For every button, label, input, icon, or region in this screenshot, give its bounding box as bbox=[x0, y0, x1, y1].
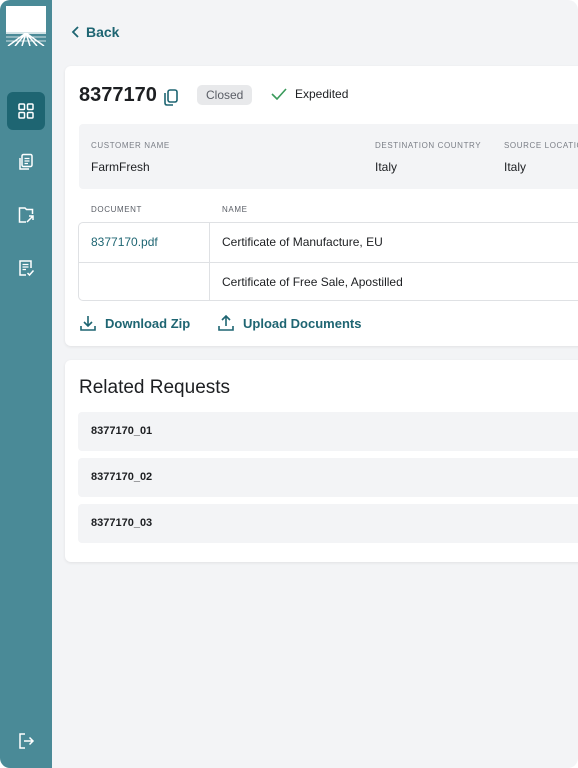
related-request-id: 8377170_02 bbox=[91, 471, 153, 483]
upload-icon bbox=[218, 314, 234, 331]
request-id: 8377170 bbox=[79, 84, 157, 106]
document-name: Certificate of Free Sale, Apostilled bbox=[222, 275, 403, 289]
upload-documents-label: Upload Documents bbox=[243, 315, 362, 331]
request-card: 8377170 Closed Expedited CUSTOMER NAME F… bbox=[65, 66, 578, 346]
sidebar-item-documents[interactable] bbox=[7, 143, 45, 181]
sidebar bbox=[0, 0, 52, 768]
related-requests-card: Related Requests 8377170_01 8377170_02 8… bbox=[65, 360, 578, 562]
copy-icon[interactable] bbox=[162, 86, 180, 106]
sidebar-item-dashboard[interactable] bbox=[7, 92, 45, 130]
related-request-item[interactable]: 8377170_02 bbox=[78, 458, 578, 497]
request-info-panel: CUSTOMER NAME FarmFresh DESTINATION COUN… bbox=[79, 124, 578, 189]
related-request-id: 8377170_03 bbox=[91, 517, 153, 529]
documents-table: 8377170.pdf Certificate of Manufacture, … bbox=[78, 222, 578, 301]
source-location-label: SOURCE LOCATIO bbox=[504, 141, 578, 150]
documents-copy-icon bbox=[19, 153, 33, 170]
document-name: Certificate of Manufacture, EU bbox=[222, 235, 383, 249]
expedited-label: Expedited bbox=[295, 87, 349, 101]
back-link[interactable]: Back bbox=[71, 24, 119, 40]
download-zip-button[interactable]: Download Zip bbox=[79, 314, 190, 332]
sidebar-item-checklist[interactable] bbox=[7, 249, 45, 287]
status-badge: Closed bbox=[197, 85, 253, 105]
back-label: Back bbox=[86, 24, 120, 40]
chevron-left-icon bbox=[71, 26, 79, 38]
farm-field-logo-icon bbox=[6, 6, 46, 46]
upload-documents-button[interactable]: Upload Documents bbox=[217, 314, 361, 332]
table-row: Certificate of Free Sale, Apostilled bbox=[79, 262, 578, 301]
main-content: Back 8377170 Closed Expedited CUSTOMER N… bbox=[52, 0, 578, 768]
file-upload-icon bbox=[18, 207, 34, 223]
column-divider bbox=[209, 223, 210, 262]
logout-icon bbox=[19, 733, 35, 749]
destination-country-value: Italy bbox=[375, 160, 398, 174]
request-title: 8377170 bbox=[79, 84, 180, 107]
checkmark-icon bbox=[271, 88, 287, 100]
customer-name-label: CUSTOMER NAME bbox=[91, 141, 170, 150]
document-column-header: DOCUMENT bbox=[91, 205, 143, 214]
related-requests-title: Related Requests bbox=[79, 377, 231, 398]
related-request-id: 8377170_01 bbox=[91, 425, 153, 437]
customer-name-value: FarmFresh bbox=[91, 160, 150, 174]
table-row: 8377170.pdf Certificate of Manufacture, … bbox=[79, 223, 578, 262]
download-zip-label: Download Zip bbox=[105, 315, 191, 331]
name-column-header: NAME bbox=[222, 205, 248, 214]
logout-button[interactable] bbox=[7, 722, 45, 760]
expedited-indicator: Expedited bbox=[271, 87, 348, 101]
column-divider bbox=[209, 263, 210, 301]
document-link[interactable]: 8377170.pdf bbox=[91, 235, 158, 249]
destination-country-label: DESTINATION COUNTRY bbox=[375, 141, 482, 150]
download-icon bbox=[80, 316, 96, 331]
dashboard-grid-icon bbox=[18, 103, 34, 119]
related-request-item[interactable]: 8377170_03 bbox=[78, 504, 578, 543]
document-check-icon bbox=[19, 260, 35, 277]
source-location-value: Italy bbox=[504, 160, 527, 174]
related-request-item[interactable]: 8377170_01 bbox=[78, 412, 578, 451]
sidebar-item-upload[interactable] bbox=[7, 196, 45, 234]
app-logo[interactable] bbox=[6, 6, 46, 46]
